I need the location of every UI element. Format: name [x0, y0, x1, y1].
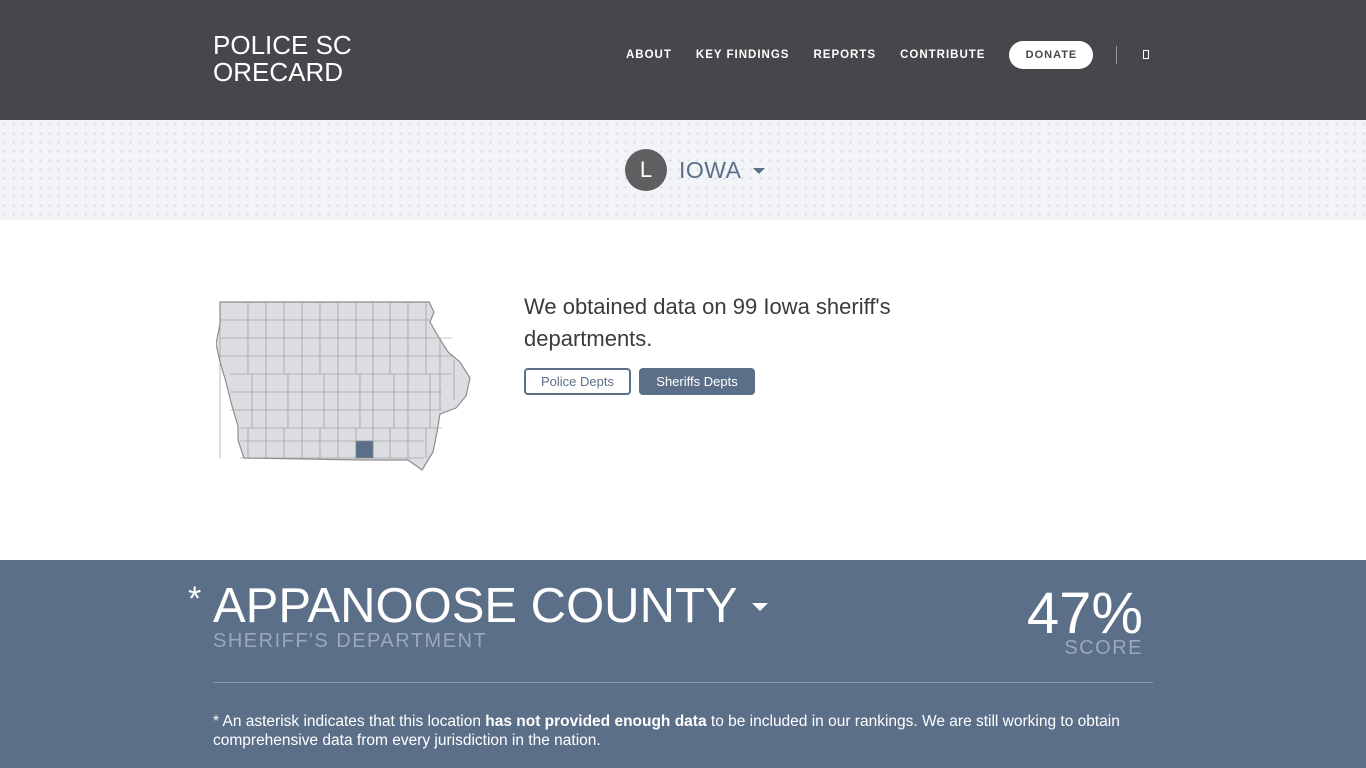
nav-about[interactable]: ABOUT [626, 49, 672, 61]
asterisk-note: * An asterisk indicates that this locati… [213, 712, 1163, 750]
summary-headline: We obtained data on 99 Iowa sheriff's de… [524, 294, 891, 351]
dept-type-toggle: Police Depts Sheriffs Depts [524, 368, 755, 395]
state-outline [216, 301, 471, 471]
search-icon[interactable] [1140, 48, 1152, 62]
score-label: SCORE [1064, 637, 1143, 659]
sheriffs-depts-button[interactable]: Sheriffs Depts [639, 368, 755, 395]
nav-divider [1116, 46, 1117, 64]
asterisk-marker: * [188, 580, 202, 618]
state-map[interactable] [216, 300, 474, 472]
department-type: SHERIFF'S DEPARTMENT [213, 630, 488, 652]
nav-contribute[interactable]: CONTRIBUTE [900, 49, 985, 61]
department-name[interactable]: APPANOOSE COUNTY [213, 578, 738, 634]
donate-button[interactable]: DONATE [1009, 41, 1094, 69]
note-prefix: * An asterisk indicates that this locati… [213, 713, 486, 730]
police-depts-button[interactable]: Police Depts [524, 368, 631, 395]
state-name: IOWA [679, 156, 742, 183]
divider [213, 682, 1153, 683]
site-logo[interactable]: POLICE SCORECARD [213, 32, 363, 86]
chevron-down-icon [753, 168, 766, 174]
state-dropdown[interactable]: L IOWA [625, 149, 766, 191]
nav-reports[interactable]: REPORTS [813, 49, 876, 61]
chevron-down-icon[interactable] [752, 603, 768, 611]
nav-key-findings[interactable]: KEY FINDINGS [696, 49, 790, 61]
note-bold: has not provided enough data [485, 713, 707, 730]
main-nav: ABOUT KEY FINDINGS REPORTS CONTRIBUTE DO… [626, 41, 1094, 69]
state-badge: L [625, 149, 667, 191]
highlighted-county[interactable] [355, 440, 374, 459]
